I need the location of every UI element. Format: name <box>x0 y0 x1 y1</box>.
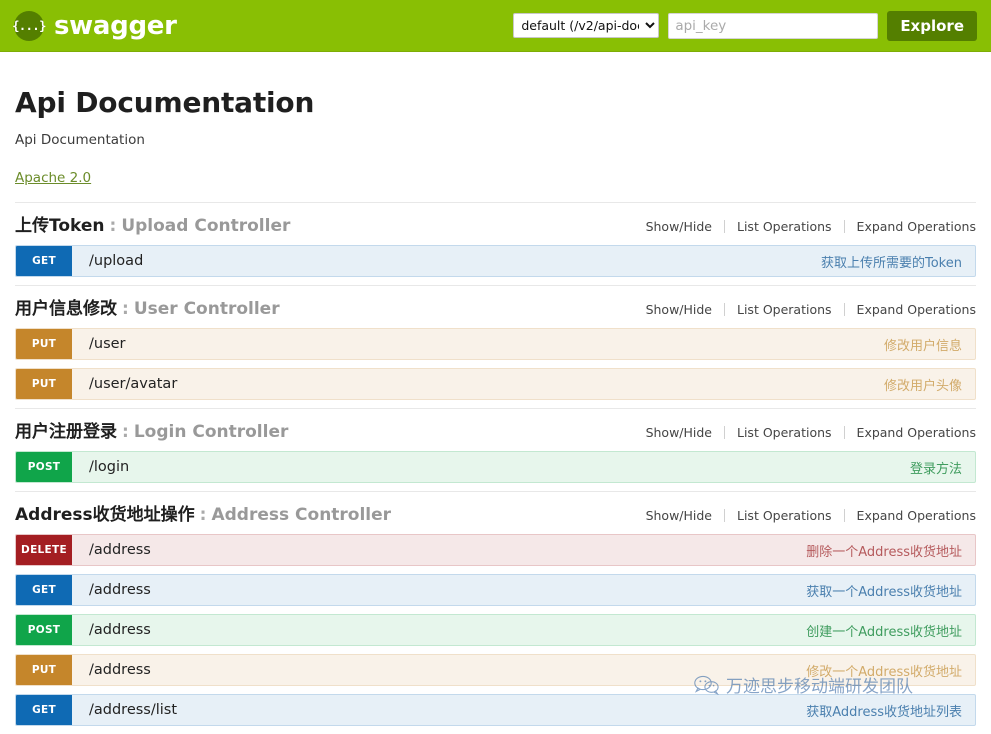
expand-operations-link[interactable]: Expand Operations <box>845 508 976 523</box>
endpoint-path[interactable]: /login <box>72 459 910 475</box>
api-key-input[interactable] <box>668 12 879 39</box>
brand-logo[interactable]: {...} swagger <box>12 10 177 41</box>
page-root: {...} swagger default (/v2/api-docs) Exp… <box>0 0 991 734</box>
endpoint-row[interactable]: POST/login 登录方法 <box>15 451 976 483</box>
api-info-block: Api Documentation Api Documentation Apac… <box>15 52 976 202</box>
endpoint-row[interactable]: GET/address/list 获取Address收货地址列表 <box>15 694 976 726</box>
http-method-badge: GET <box>16 246 72 276</box>
endpoint-path[interactable]: /address <box>72 662 806 678</box>
resource-title[interactable]: 用户注册登录 <box>15 417 117 442</box>
resource-section: 上传Token: Upload Controller Show/Hide List O… <box>15 202 976 277</box>
resource-title[interactable]: 用户信息修改 <box>15 294 117 319</box>
resource-header: 用户注册登录: Login Controller Show/Hide List Ope… <box>15 408 976 451</box>
expand-operations-link[interactable]: Expand Operations <box>845 219 976 234</box>
resource-separator: : <box>199 505 207 525</box>
endpoint-path[interactable]: /user/avatar <box>72 376 884 392</box>
endpoint-list: PUT/user 修改用户信息 PUT/user/avatar 修改用户头像 <box>15 328 976 400</box>
http-method-badge: PUT <box>16 655 72 685</box>
http-method-badge: POST <box>16 615 72 645</box>
resource-subtitle: Address Controller <box>211 505 392 525</box>
show-hide-link[interactable]: Show/Hide <box>634 508 724 523</box>
resource-options: Show/Hide List Operations Expand Operation… <box>634 508 976 523</box>
resource-options: Show/Hide List Operations Expand Operation… <box>634 219 976 234</box>
list-operations-link[interactable]: List Operations <box>725 425 844 440</box>
resource-title[interactable]: 上传Token <box>15 211 105 236</box>
http-method-badge: GET <box>16 575 72 605</box>
resource-header: 上传Token: Upload Controller Show/Hide List O… <box>15 202 976 245</box>
expand-operations-link[interactable]: Expand Operations <box>845 302 976 317</box>
resource-header: 用户信息修改: User Controller Show/Hide List Oper… <box>15 285 976 328</box>
page-title: Api Documentation <box>15 86 315 119</box>
endpoint-row[interactable]: GET/upload 获取上传所需要的Token <box>15 245 976 277</box>
http-method-badge: DELETE <box>16 535 72 565</box>
endpoint-row[interactable]: GET/address 获取一个Address收货地址 <box>15 574 976 606</box>
endpoint-list: POST/login 登录方法 <box>15 451 976 483</box>
brand-name: swagger <box>54 10 177 41</box>
swagger-logo-icon: {...} <box>12 10 46 41</box>
resource-subtitle: Login Controller <box>133 422 289 442</box>
api-description: Api Documentation <box>15 132 145 148</box>
api-spec-select[interactable]: default (/v2/api-docs) <box>513 13 660 38</box>
explore-button[interactable]: Explore <box>887 10 977 41</box>
endpoint-row[interactable]: PUT/user/avatar 修改用户头像 <box>15 368 976 400</box>
endpoint-path[interactable]: /address <box>72 582 806 598</box>
resource-section: 用户信息修改: User Controller Show/Hide List Oper… <box>15 285 976 400</box>
http-method-badge: PUT <box>16 329 72 359</box>
endpoint-list: DELETE/address 删除一个Address收货地址 GET/address… <box>15 534 976 726</box>
resource-section: 用户注册登录: Login Controller Show/Hide List Ope… <box>15 408 976 483</box>
endpoint-row[interactable]: POST/address 创建一个Address收货地址 <box>15 614 976 646</box>
resource-subtitle: User Controller <box>133 299 280 319</box>
resource-options: Show/Hide List Operations Expand Operation… <box>634 425 976 440</box>
header-controls: default (/v2/api-docs) Explore <box>513 10 977 41</box>
resource-separator: : <box>122 422 129 442</box>
endpoint-description: 获取上传所需要的Token <box>821 255 962 271</box>
resource-section: Address收货地址操作: Address Controller Show/Hid… <box>15 491 976 726</box>
endpoint-description: 获取一个Address收货地址 <box>806 584 962 600</box>
endpoint-description: 登录方法 <box>909 461 962 477</box>
endpoint-list: GET/upload 获取上传所需要的Token <box>15 245 976 277</box>
http-method-badge: POST <box>16 452 72 482</box>
endpoint-path[interactable]: /upload <box>72 253 821 269</box>
resource-header: Address收货地址操作: Address Controller Show/Hid… <box>15 491 976 534</box>
endpoint-row[interactable]: PUT/address 修改一个Address收货地址 <box>15 654 976 686</box>
endpoint-path[interactable]: /address <box>72 622 806 638</box>
endpoint-row[interactable]: DELETE/address 删除一个Address收货地址 <box>15 534 976 566</box>
license-link[interactable]: Apache 2.0 <box>15 170 91 186</box>
http-method-badge: GET <box>16 695 72 725</box>
endpoint-description: 修改用户信息 <box>883 338 962 354</box>
endpoint-path[interactable]: /address/list <box>72 702 806 718</box>
show-hide-link[interactable]: Show/Hide <box>634 219 724 234</box>
endpoint-path[interactable]: /user <box>72 336 884 352</box>
endpoint-description: 修改用户头像 <box>883 378 962 394</box>
endpoint-description: 删除一个Address收货地址 <box>806 544 962 560</box>
show-hide-link[interactable]: Show/Hide <box>634 302 724 317</box>
list-operations-link[interactable]: List Operations <box>725 508 844 523</box>
http-method-badge: PUT <box>16 369 72 399</box>
resource-options: Show/Hide List Operations Expand Operation… <box>634 302 976 317</box>
resource-list: 上传Token: Upload Controller Show/Hide List O… <box>15 202 976 726</box>
endpoint-path[interactable]: /address <box>72 542 806 558</box>
show-hide-link[interactable]: Show/Hide <box>634 425 724 440</box>
resource-subtitle: Upload Controller <box>121 216 291 236</box>
resource-separator: : <box>122 299 129 319</box>
resource-title[interactable]: Address收货地址操作 <box>15 500 195 525</box>
endpoint-description: 创建一个Address收货地址 <box>806 624 962 640</box>
endpoint-description: 获取Address收货地址列表 <box>806 704 962 720</box>
list-operations-link[interactable]: List Operations <box>725 302 844 317</box>
endpoint-description: 修改一个Address收货地址 <box>806 664 962 680</box>
swagger-header-bar: {...} swagger default (/v2/api-docs) Exp… <box>0 0 991 52</box>
expand-operations-link[interactable]: Expand Operations <box>845 425 976 440</box>
endpoint-row[interactable]: PUT/user 修改用户信息 <box>15 328 976 360</box>
list-operations-link[interactable]: List Operations <box>725 219 844 234</box>
resource-separator: : <box>109 216 117 236</box>
main-content: Api Documentation Api Documentation Apac… <box>0 52 991 726</box>
